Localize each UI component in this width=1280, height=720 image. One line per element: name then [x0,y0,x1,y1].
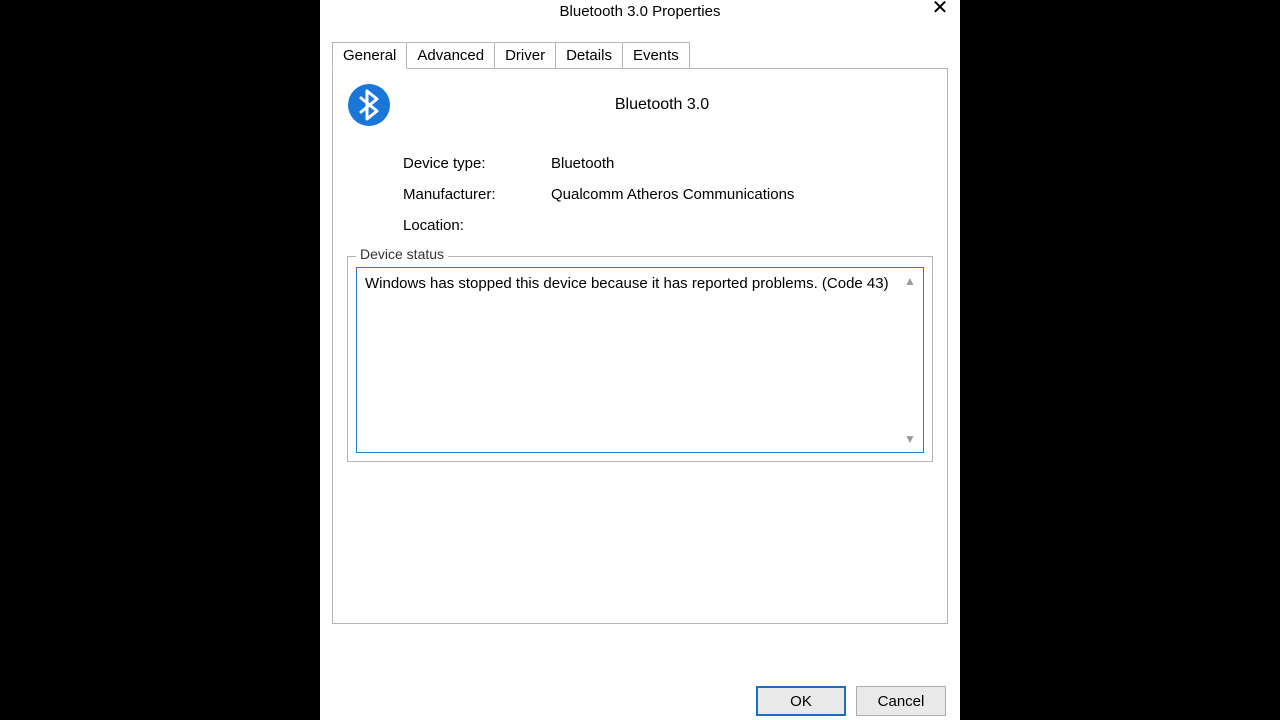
device-name: Bluetooth 3.0 [391,96,933,114]
label-manufacturer: Manufacturer: [403,186,551,203]
ok-button[interactable]: OK [756,686,846,716]
tab-details[interactable]: Details [555,42,623,68]
row-manufacturer: Manufacturer: Qualcomm Atheros Communica… [403,186,933,203]
titlebar: Bluetooth 3.0 Properties ✕ [320,0,960,28]
tab-panel-general: Bluetooth 3.0 Device type: Bluetooth Man… [332,68,948,624]
ok-button-label: OK [790,693,812,710]
value-location [551,217,933,234]
properties-dialog: Bluetooth 3.0 Properties ✕ General Advan… [320,0,960,720]
tabstrip: General Advanced Driver Details Events [332,42,948,68]
row-location: Location: [403,217,933,234]
device-header: Bluetooth 3.0 [347,83,933,127]
tab-general[interactable]: General [332,42,407,69]
bluetooth-icon [347,83,391,127]
tab-driver[interactable]: Driver [494,42,556,68]
close-button[interactable]: ✕ [926,0,954,22]
tab-events[interactable]: Events [622,42,690,68]
scroll-down-icon[interactable]: ▼ [901,430,919,448]
cancel-button-label: Cancel [878,693,925,710]
close-icon: ✕ [932,0,949,19]
label-location: Location: [403,217,551,234]
device-status-text: Windows has stopped this device because … [365,275,889,292]
window-title: Bluetooth 3.0 Properties [560,0,721,22]
tab-advanced[interactable]: Advanced [406,42,495,68]
scroll-up-icon[interactable]: ▲ [901,272,919,290]
value-manufacturer: Qualcomm Atheros Communications [551,186,933,203]
cancel-button[interactable]: Cancel [856,686,946,716]
tab-driver-label: Driver [505,47,545,64]
device-status-group: Device status Windows has stopped this d… [347,256,933,462]
tab-events-label: Events [633,47,679,64]
value-device-type: Bluetooth [551,155,933,172]
label-device-type: Device type: [403,155,551,172]
row-device-type: Device type: Bluetooth [403,155,933,172]
tab-details-label: Details [566,47,612,64]
device-status-legend: Device status [356,246,448,262]
device-status-textbox[interactable]: Windows has stopped this device because … [356,267,924,453]
dialog-button-row: OK Cancel [756,686,946,716]
tab-advanced-label: Advanced [417,47,484,64]
tab-general-label: General [343,47,396,64]
